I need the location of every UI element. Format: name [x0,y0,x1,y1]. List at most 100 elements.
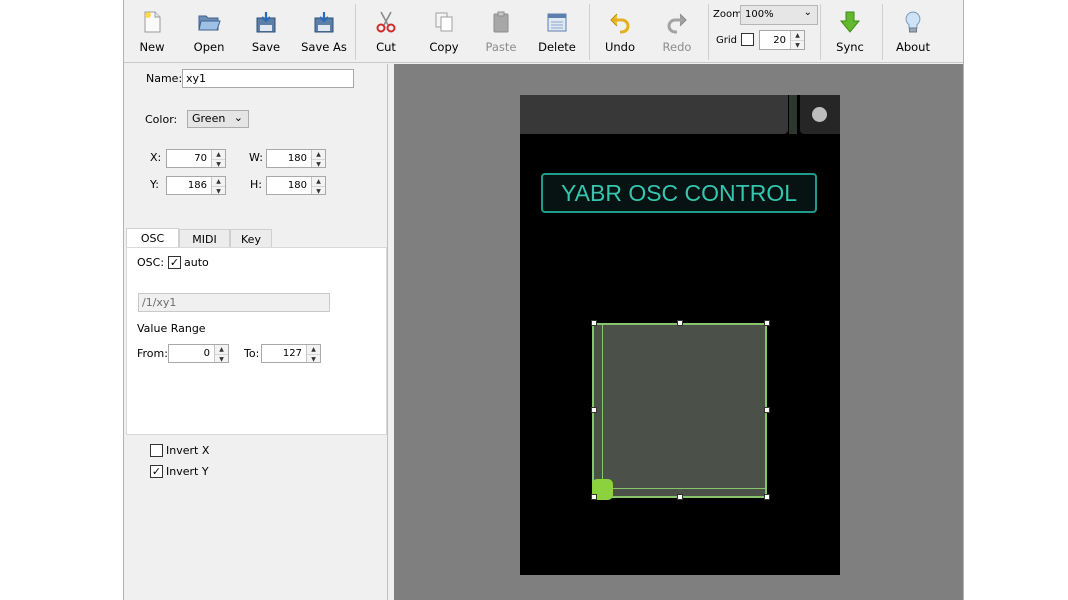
stepper-arrows[interactable]: ▲ ▼ [214,345,228,363]
open-folder-icon [198,15,221,31]
stepper-arrows[interactable]: ▲ ▼ [211,177,225,195]
save-button[interactable]: Save [244,4,288,58]
sync-label: Sync [836,40,864,54]
save-as-button[interactable]: Save As [299,4,349,58]
zoom-label: Zoom [713,9,742,20]
toolbar-separator [708,4,709,60]
paste-button[interactable]: Paste [479,4,523,58]
cut-label: Cut [376,40,396,54]
osc-address-field[interactable]: /1/xy1 [138,293,330,312]
device-top-bar-divider [789,95,797,134]
delete-button[interactable]: Delete [535,4,579,58]
invert-y-checkbox[interactable]: ✓ [150,465,163,478]
device-preview: YABR OSC CONTROL [520,95,840,575]
x-label: X: [150,151,162,164]
to-stepper[interactable]: 127 ▲ ▼ [261,344,321,363]
xy-pad-horizontal-line [594,488,765,489]
h-stepper[interactable]: 180 ▲ ▼ [266,176,326,195]
title-label-control[interactable]: YABR OSC CONTROL [541,173,817,213]
w-value: 180 [287,153,307,164]
osc-label: OSC: [137,256,165,269]
undo-label: Undo [604,40,636,54]
sync-button[interactable]: Sync [828,4,872,58]
sync-down-arrow-icon [839,11,861,33]
from-label: From: [137,347,168,360]
delete-label: Delete [538,40,576,54]
name-field[interactable]: xy1 [182,69,354,88]
x-value: 70 [194,153,207,164]
resize-handle-left[interactable] [591,407,597,413]
h-value: 180 [287,180,307,191]
invert-x-checkbox[interactable] [150,444,163,457]
about-button[interactable]: About [891,4,935,58]
toolbar-separator [355,4,356,60]
about-label: About [895,40,930,54]
auto-label: auto [184,256,209,269]
copy-button[interactable]: Copy [422,4,466,58]
circle-icon [812,107,827,122]
invert-x-label: Invert X [166,444,210,457]
stepper-arrows[interactable]: ▲ ▼ [211,150,225,168]
scissors-icon [376,11,396,33]
toolbar-separator [882,4,883,60]
to-value: 127 [282,348,302,359]
paste-label: Paste [485,40,517,54]
xy-pad-control[interactable] [592,323,767,500]
w-stepper[interactable]: 180 ▲ ▼ [266,149,326,168]
resize-handle-top-left[interactable] [591,320,597,326]
copy-label: Copy [429,40,459,54]
x-stepper[interactable]: 70 ▲ ▼ [166,149,226,168]
open-button[interactable]: Open [187,4,231,58]
tab-osc[interactable]: OSC [126,228,179,249]
stepper-arrows[interactable]: ▲ ▼ [311,177,325,195]
xy-pad-vertical-line [602,325,603,496]
properties-panel: Name: xy1 Color: Green ⌄ X: 70 ▲ ▼ W: 180… [124,64,388,600]
y-label: Y: [150,178,159,191]
resize-handle-top-right[interactable] [764,320,770,326]
cut-button[interactable]: Cut [364,4,408,58]
to-label: To: [244,347,260,360]
stepper-arrows[interactable]: ▲ ▼ [311,150,325,168]
device-menu-button[interactable] [800,95,840,134]
new-file-icon [144,11,161,33]
delete-icon [547,13,567,32]
w-label: W: [249,151,263,164]
redo-arrow-icon [667,13,687,34]
undo-arrow-icon [610,13,630,34]
resize-handle-bottom-left[interactable] [591,494,597,500]
stepper-arrows[interactable]: ▲ ▼ [790,31,804,49]
color-value: Green [192,112,226,125]
grid-checkbox[interactable] [741,33,754,46]
undo-button[interactable]: Undo [598,4,642,58]
color-label: Color: [145,113,178,126]
tab-midi[interactable]: MIDI [179,229,230,248]
toolbar: New Open Save Save As Cut Copy Paste Del… [124,0,963,63]
save-as-disk-icon [314,12,334,33]
h-label: H: [250,178,262,191]
resize-handle-bottom-right[interactable] [764,494,770,500]
new-button[interactable]: New [130,4,174,58]
tab-key[interactable]: Key [230,229,272,248]
resize-handle-right[interactable] [764,407,770,413]
zoom-value: 100% [745,9,774,20]
zoom-select[interactable]: 100% ⌄ [740,5,818,25]
name-label: Name: [146,72,183,85]
grid-size-value: 20 [773,35,786,46]
toolbar-separator [820,4,821,60]
y-value: 186 [187,180,207,191]
open-label: Open [193,40,225,54]
y-stepper[interactable]: 186 ▲ ▼ [166,176,226,195]
resize-handle-bottom[interactable] [677,494,683,500]
from-stepper[interactable]: 0 ▲ ▼ [168,344,229,363]
redo-button[interactable]: Redo [655,4,699,58]
osc-auto-checkbox[interactable]: ✓ [168,256,181,269]
grid-size-stepper[interactable]: 20 ▲ ▼ [759,30,805,50]
stepper-arrows[interactable]: ▲ ▼ [306,345,320,363]
resize-handle-top[interactable] [677,320,683,326]
copy-icon [435,12,453,32]
chevron-down-icon: ⌄ [803,7,812,18]
osc-tab-page: OSC: ✓ auto /1/xy1 Value Range From: 0 ▲… [126,247,387,435]
layout-canvas[interactable]: YABR OSC CONTROL [394,64,963,600]
color-select[interactable]: Green ⌄ [187,110,249,128]
from-value: 0 [203,348,210,359]
